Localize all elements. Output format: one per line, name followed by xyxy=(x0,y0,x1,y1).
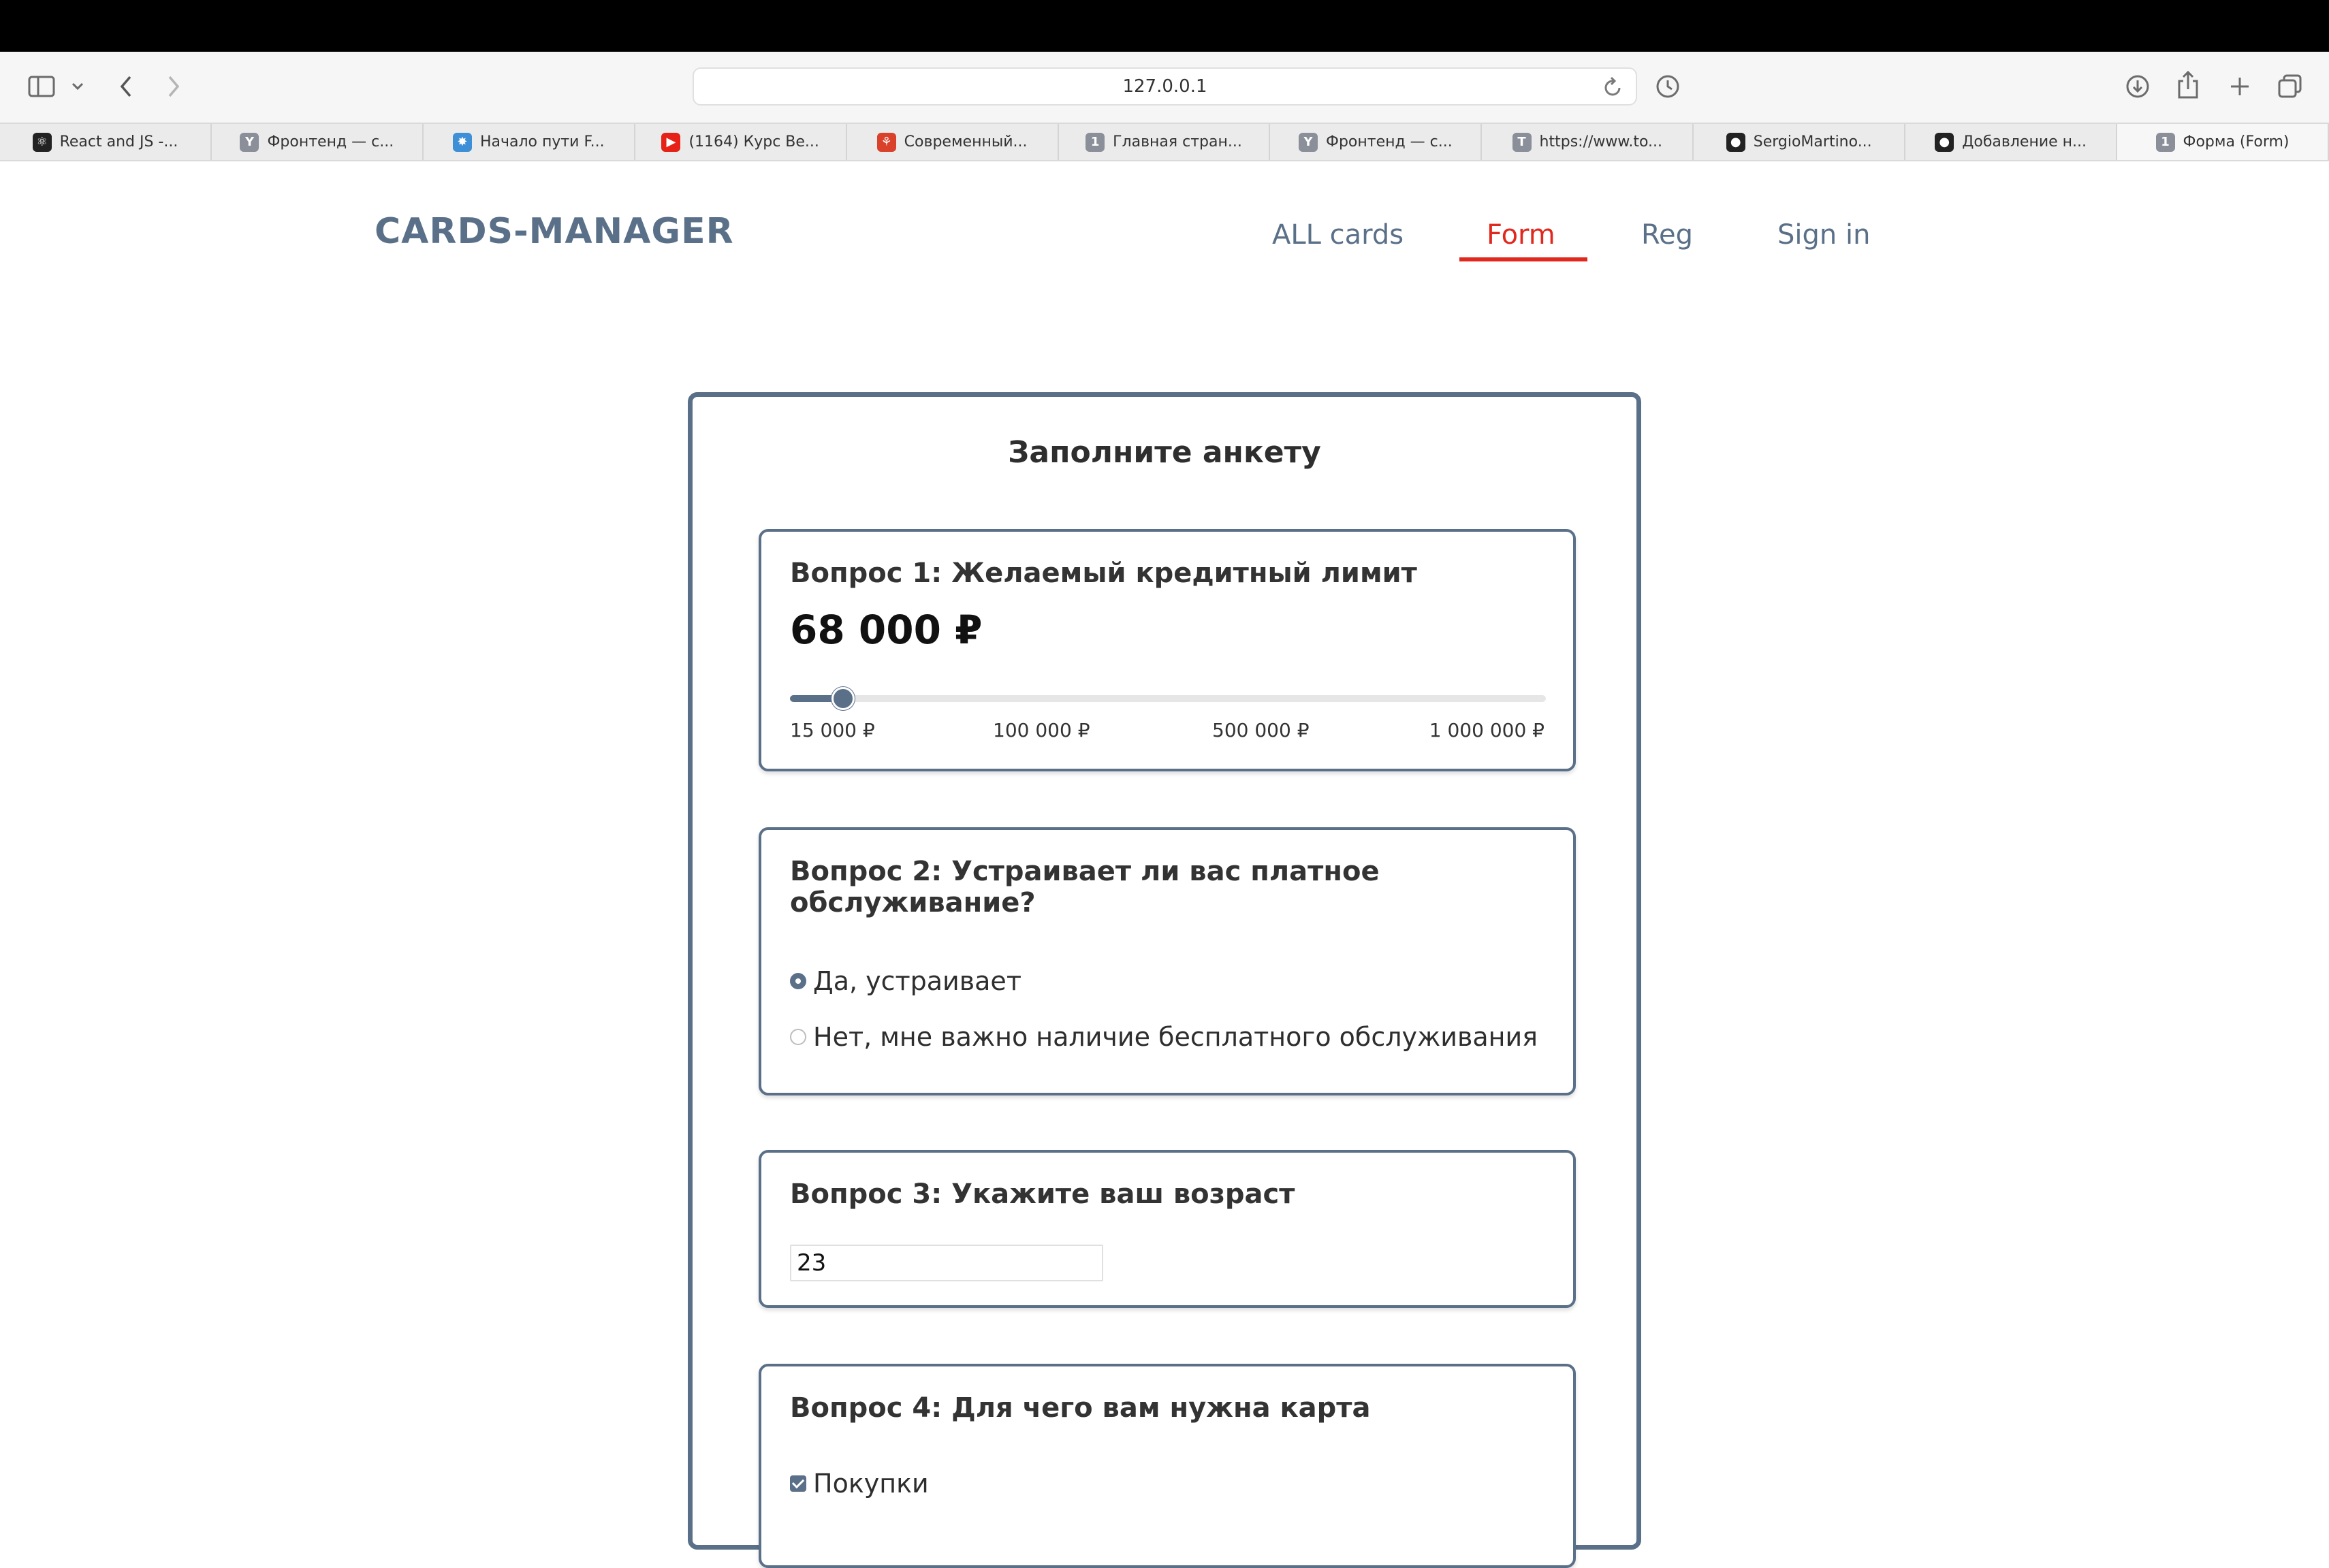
browser-tab[interactable]: ⚘ Современный... xyxy=(847,124,1059,160)
github-icon: ● xyxy=(1726,132,1745,152)
browser-toolbar: 127.0.0.1 xyxy=(0,52,2329,123)
slider-tick-label: 500 000 ₽ xyxy=(1212,719,1310,741)
browser-tab[interactable]: ⚛ React and JS -... xyxy=(0,124,212,160)
radio-label: Да, устраивает xyxy=(813,966,1021,996)
nav-reg[interactable]: Reg xyxy=(1641,219,1693,251)
form-title: Заполните анкету xyxy=(1008,435,1321,470)
question-2-title: Вопрос 2: Устраивает ли вас платное обсл… xyxy=(790,856,1380,918)
credit-limit-slider[interactable] xyxy=(790,687,1546,710)
share-icon[interactable] xyxy=(2174,69,2202,101)
credit-limit-value: 68 000 ₽ xyxy=(790,607,983,653)
question-2-card: Вопрос 2: Устраивает ли вас платное обсл… xyxy=(759,827,1576,1095)
browser-tab[interactable]: ● Добавление н... xyxy=(1905,124,2118,160)
checkbox[interactable] xyxy=(790,1475,806,1492)
question-1-title: Вопрос 1: Желаемый кредитный лимит xyxy=(790,558,1417,589)
yandex-icon: Y xyxy=(240,132,259,152)
tab-overview-icon[interactable] xyxy=(2276,72,2304,101)
slider-thumb[interactable] xyxy=(831,687,855,710)
slider-tick-label: 100 000 ₽ xyxy=(993,719,1090,741)
radio-label: Нет, мне важно наличие бесплатного обслу… xyxy=(813,1022,1538,1052)
browser-tab[interactable]: ✸ Начало пути F... xyxy=(424,124,635,160)
github-icon: ● xyxy=(1935,132,1954,152)
age-input[interactable] xyxy=(790,1245,1103,1281)
nav-form[interactable]: Form xyxy=(1487,219,1555,251)
question-4-title: Вопрос 4: Для чего вам нужна карта xyxy=(790,1392,1371,1424)
question-3-title: Вопрос 3: Укажите ваш возраст xyxy=(790,1179,1295,1210)
question-2-title-line2: обслуживание? xyxy=(790,887,1036,918)
t-icon: T xyxy=(1512,132,1532,152)
checkbox-label: Покупки xyxy=(813,1469,929,1499)
browser-tab-label: SergioMartino... xyxy=(1753,133,1872,150)
browser-tab-label: Форма (Form) xyxy=(2183,133,2290,150)
one-icon: 1 xyxy=(2155,132,2175,152)
radio-button[interactable] xyxy=(790,1029,806,1045)
browser-tab-label: React and JS -... xyxy=(59,133,178,150)
browser-tab-label: Главная стран... xyxy=(1113,133,1242,150)
youtube-icon: ▶ xyxy=(661,132,681,152)
reload-icon[interactable] xyxy=(1603,76,1623,103)
sidebar-toggle-icon[interactable] xyxy=(27,72,56,101)
address-bar[interactable]: 127.0.0.1 xyxy=(693,67,1637,106)
url-text: 127.0.0.1 xyxy=(1122,76,1207,97)
browser-tab[interactable]: Y Фронтенд — с... xyxy=(1270,124,1483,160)
browser-tab[interactable]: ● SergioMartino... xyxy=(1694,124,1906,160)
question-3-card: Вопрос 3: Укажите ваш возраст xyxy=(759,1150,1576,1308)
yandex-icon: Y xyxy=(1299,132,1318,152)
browser-tab[interactable]: Y Фронтенд — с... xyxy=(212,124,424,160)
slider-tick-label: 1 000 000 ₽ xyxy=(1429,719,1544,741)
new-tab-icon[interactable] xyxy=(2225,72,2254,101)
browser-tab[interactable]: ▶ (1164) Курс Ве... xyxy=(635,124,847,160)
slider-tick-label: 15 000 ₽ xyxy=(790,719,875,741)
browser-tab-label: Добавление н... xyxy=(1962,133,2087,150)
react-icon: ⚛ xyxy=(32,132,52,152)
browser-tab-label: Современный... xyxy=(904,133,1028,150)
nav-active-underline xyxy=(1459,257,1587,261)
one-icon: 1 xyxy=(1086,132,1105,152)
forward-icon[interactable] xyxy=(162,72,185,101)
browser-tab[interactable]: 1 Главная стран... xyxy=(1059,124,1271,160)
question-1-card: Вопрос 1: Желаемый кредитный лимит 68 00… xyxy=(759,529,1576,771)
back-icon[interactable] xyxy=(114,72,138,101)
browser-tab[interactable]: 1 Форма (Form) xyxy=(2117,124,2329,160)
nav-sign-in[interactable]: Sign in xyxy=(1777,219,1870,251)
browser-tab-label: (1164) Курс Ве... xyxy=(688,133,819,150)
site-logo[interactable]: CARDS-MANAGER xyxy=(375,211,734,252)
system-menubar xyxy=(0,0,2329,52)
radio-button[interactable] xyxy=(790,973,806,989)
paid-service-option-no[interactable]: Нет, мне важно наличие бесплатного обслу… xyxy=(790,1022,1538,1052)
browser-tab[interactable]: Thttps://www.to... xyxy=(1482,124,1694,160)
browser-tab-label: Фронтенд — с... xyxy=(267,133,394,150)
history-icon[interactable] xyxy=(1653,72,1682,101)
download-icon[interactable] xyxy=(2123,72,2152,101)
chevron-down-icon[interactable] xyxy=(69,76,86,97)
browser-tab-label: https://www.to... xyxy=(1539,133,1663,150)
nav-all-cards[interactable]: ALL cards xyxy=(1272,219,1404,251)
questionnaire-form: Заполните анкету Вопрос 1: Желаемый кред… xyxy=(688,392,1641,1568)
starburst-icon: ✸ xyxy=(452,132,472,152)
browser-tab-label: Фронтенд — с... xyxy=(1326,133,1453,150)
figure-icon: ⚘ xyxy=(876,132,896,152)
paid-service-option-yes[interactable]: Да, устраивает xyxy=(790,966,1021,996)
tab-bar: ⚛ React and JS -... Y Фронтенд — с... ✸ Начал… xyxy=(0,123,2329,161)
browser-tab-label: Начало пути F... xyxy=(479,133,605,150)
question-2-title-line1: Вопрос 2: Устраивает ли вас платное xyxy=(790,856,1380,887)
question-4-card: Вопрос 4: Для чего вам нужна карта Покуп… xyxy=(759,1364,1576,1568)
purpose-option-purchases[interactable]: Покупки xyxy=(790,1469,929,1499)
